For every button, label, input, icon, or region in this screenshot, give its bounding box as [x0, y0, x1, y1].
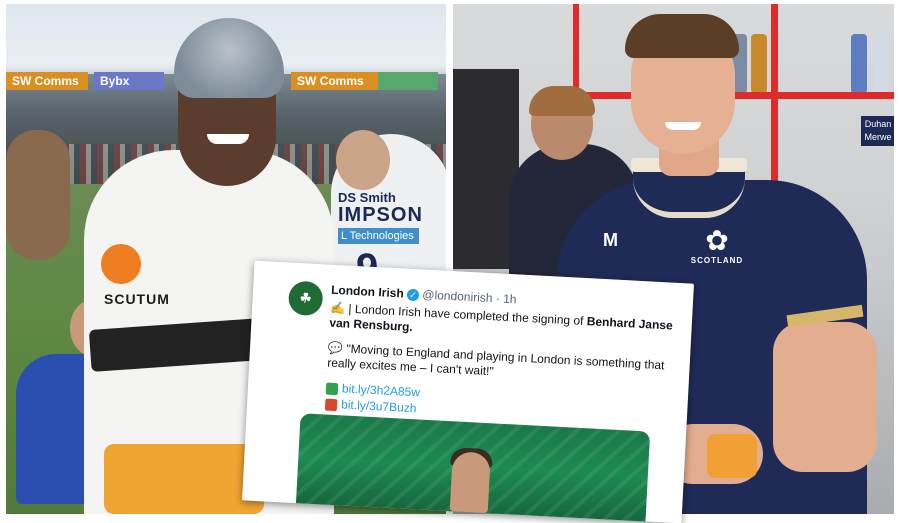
locker-name-plate: Duhan Merwe [861, 116, 894, 146]
sponsor-logo-icon [101, 244, 141, 284]
player-smile [665, 122, 701, 130]
background-player-hair [529, 86, 595, 116]
crest-text: SCOTLAND [690, 256, 744, 265]
ad-board: SW Comms [291, 72, 383, 90]
account-handle[interactable]: @londonirish [422, 287, 493, 305]
media-player [449, 451, 491, 514]
sponsor-text: SCUTUM [104, 291, 170, 307]
player-arm [773, 322, 877, 472]
verified-badge-icon: ✓ [406, 288, 420, 302]
account-name[interactable]: London Irish [331, 283, 404, 301]
shelf-bar [579, 92, 894, 99]
jersey-name-text: IMPSON [338, 204, 423, 226]
tweet-line-quote: 💬 "Moving to England and playing in Lond… [327, 341, 678, 389]
london-irish-avatar[interactable]: ☘ [287, 280, 324, 317]
writing-hand-icon: ✍ [329, 300, 346, 316]
orange-wristband [707, 434, 757, 478]
tweet-media-image[interactable] [295, 413, 651, 522]
tweet-time: · 1h [495, 291, 517, 307]
quote-text: "Moving to England and playing in London… [326, 341, 665, 379]
jersey-sponsor-text: DS Smith [338, 190, 396, 205]
ticket-icon [324, 398, 338, 411]
shelf-post [771, 4, 778, 194]
kit-brand-logo: M [603, 230, 618, 250]
speech-bubble-icon: 💬 [327, 340, 344, 356]
ad-board: Bybx [94, 72, 164, 90]
scrum-cap [174, 18, 284, 98]
bottle [873, 34, 889, 92]
bottle [751, 34, 767, 92]
player-smile [207, 134, 249, 144]
jersey-amber-panel [104, 444, 264, 514]
ad-board: SW Comms [6, 72, 88, 90]
bottle [851, 34, 867, 92]
clover-icon [325, 382, 339, 396]
ad-board [378, 72, 438, 90]
arm-foreground [6, 130, 70, 260]
tweet-link[interactable]: bit.ly/3h2A85w [342, 381, 421, 399]
thistle-crest-icon: ✿ [705, 225, 729, 256]
jersey-tech-text: L Technologies [338, 228, 419, 244]
player-hair [625, 14, 739, 58]
teammate-head [336, 130, 390, 190]
tweet-card[interactable]: ☘ London Irish ✓ @londonirish · 1h ✍ | L… [242, 260, 694, 523]
tweet-link[interactable]: bit.ly/3u7Buzh [341, 397, 417, 415]
